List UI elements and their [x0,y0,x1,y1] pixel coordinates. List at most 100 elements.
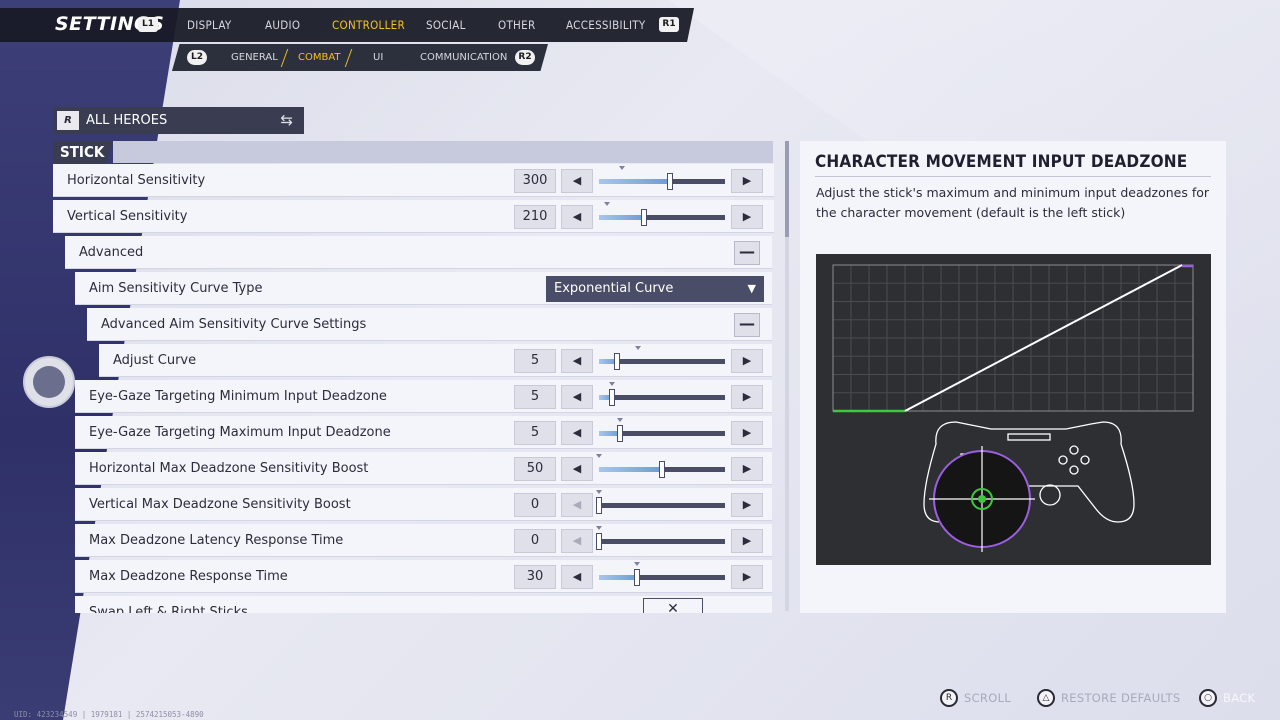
slider-thumb[interactable] [608,389,615,406]
increase-arrow-icon[interactable]: ▶ [731,565,763,589]
setting-label: Advanced [79,245,144,260]
setting-label: Adjust Curve [113,353,197,368]
r1-button-hint[interactable]: R1 [659,17,679,32]
tab-social[interactable]: SOCIAL [426,18,466,32]
setting-label: Vertical Sensitivity [67,209,188,224]
decrease-arrow-icon[interactable]: ◀ [561,457,593,481]
setting-label: Advanced Aim Sensitivity Curve Settings [101,317,367,332]
setting-row[interactable]: Eye-Gaze Targeting Maximum Input Deadzon… [75,416,772,449]
setting-value-box[interactable]: 30 [514,565,556,589]
collapse-icon[interactable]: — [734,313,760,337]
decrease-arrow-icon[interactable]: ◀ [561,493,593,517]
tab-controller[interactable]: CONTROLLER [332,18,405,32]
slider-thumb[interactable] [613,353,620,370]
setting-row[interactable]: Swap Left & Right Sticks ✕ [75,596,772,613]
slider-thumb[interactable] [641,209,648,226]
setting-row[interactable]: Eye-Gaze Targeting Minimum Input Deadzon… [75,380,772,413]
default-marker-icon [596,490,602,494]
settings-scrollbar[interactable] [785,141,789,611]
tab-display[interactable]: DISPLAY [187,18,231,32]
setting-row[interactable]: Vertical Sensitivity 210 ◀ ▶ [53,200,774,233]
hint-back-label: BACK [1223,691,1256,705]
decrease-arrow-icon[interactable]: ◀ [561,529,593,553]
increase-arrow-icon[interactable]: ▶ [731,349,763,373]
setting-row[interactable]: Max Deadzone Response Time 30 ◀ ▶ [75,560,772,593]
hint-restore-defaults[interactable]: △ RESTORE DEFAULTS [1037,689,1180,707]
setting-slider[interactable] [596,526,725,550]
setting-slider[interactable] [596,490,725,514]
setting-row[interactable]: Vertical Max Deadzone Sensitivity Boost 0… [75,488,772,521]
setting-row[interactable]: Horizontal Sensitivity 300 ◀ ▶ [53,164,774,197]
sub-nav: L2 GENERAL COMBAT UI COMMUNICATION R2 [172,44,548,71]
detail-title: CHARACTER MOVEMENT INPUT DEADZONE [815,152,1188,172]
setting-value-box[interactable]: 5 [514,349,556,373]
setting-value-box[interactable]: 0 [514,493,556,517]
setting-slider[interactable] [599,166,725,190]
setting-value-box[interactable]: 300 [514,169,556,193]
tab-accessibility[interactable]: ACCESSIBILITY [566,18,646,32]
hero-selector[interactable]: R ALL HEROES ⇆ [53,107,304,134]
decrease-arrow-icon[interactable]: ◀ [561,349,593,373]
increase-arrow-icon[interactable]: ▶ [731,385,763,409]
setting-value-box[interactable]: 5 [514,385,556,409]
setting-value-box[interactable]: 5 [514,421,556,445]
scrollbar-thumb[interactable] [785,141,789,237]
increase-arrow-icon[interactable]: ▶ [731,169,763,193]
decrease-arrow-icon[interactable]: ◀ [561,205,593,229]
slider-thumb[interactable] [633,569,640,586]
setting-slider[interactable] [599,418,725,442]
subtab-combat[interactable]: COMBAT [298,52,341,63]
setting-slider[interactable] [599,346,725,370]
decrease-arrow-icon[interactable]: ◀ [561,421,593,445]
setting-slider[interactable] [596,454,725,478]
subtab-separator [344,49,353,67]
decrease-arrow-icon[interactable]: ◀ [561,385,593,409]
swap-arrows-icon[interactable]: ⇆ [280,111,293,129]
user-id-readout: UID: 423234549 | 1979181 | 2574215053-48… [14,710,204,719]
subtab-ui[interactable]: UI [373,52,383,63]
increase-arrow-icon[interactable]: ▶ [731,457,763,481]
increase-arrow-icon[interactable]: ▶ [731,205,763,229]
r-stick-icon: R [940,689,958,707]
slider-thumb[interactable] [659,461,665,478]
setting-row[interactable]: Adjust Curve 5 ◀ ▶ [99,344,772,377]
setting-row[interactable]: Advanced Aim Sensitivity Curve Settings — [87,308,772,341]
subtab-communication[interactable]: COMMUNICATION [420,52,507,63]
setting-value-box[interactable]: 0 [514,529,556,553]
decrease-arrow-icon[interactable]: ◀ [561,169,593,193]
setting-value-box[interactable]: 210 [514,205,556,229]
default-marker-icon [635,346,642,350]
setting-slider[interactable] [599,382,725,406]
slider-thumb[interactable] [596,497,602,514]
curve-type-dropdown[interactable]: Exponential Curve ▼ [546,276,764,302]
setting-slider[interactable] [599,202,725,226]
setting-row[interactable]: Horizontal Max Deadzone Sensitivity Boos… [75,452,772,485]
setting-label: Max Deadzone Latency Response Time [89,533,344,548]
setting-row[interactable]: Advanced — [65,236,772,269]
l1-button-hint[interactable]: L1 [138,17,158,32]
slider-thumb[interactable] [596,533,602,550]
increase-arrow-icon[interactable]: ▶ [731,421,763,445]
collapse-icon[interactable]: — [734,241,760,265]
subtab-general[interactable]: GENERAL [231,52,278,63]
setting-slider[interactable] [599,562,725,586]
setting-row[interactable]: Aim Sensitivity Curve Type Exponential Cu… [75,272,772,305]
slider-fill [599,467,662,472]
swap-sticks-toggle[interactable]: ✕ [643,598,703,613]
l2-button-hint[interactable]: L2 [187,50,207,65]
decrease-arrow-icon[interactable]: ◀ [561,565,593,589]
setting-value-box[interactable]: 50 [514,457,556,481]
gamepad-cursor [23,356,75,408]
dropdown-value: Exponential Curve [554,281,674,296]
tab-audio[interactable]: AUDIO [265,18,300,32]
settings-list: Horizontal Sensitivity 300 ◀ ▶ Vertical Sens… [53,164,774,613]
increase-arrow-icon[interactable]: ▶ [731,493,763,517]
hint-scroll[interactable]: R SCROLL [940,689,1011,707]
tab-other[interactable]: OTHER [498,18,535,32]
r2-button-hint[interactable]: R2 [515,50,535,65]
increase-arrow-icon[interactable]: ▶ [731,529,763,553]
slider-thumb[interactable] [666,173,673,190]
setting-row[interactable]: Max Deadzone Latency Response Time 0 ◀ ▶ [75,524,772,557]
slider-thumb[interactable] [617,425,624,442]
hint-back[interactable]: ○ BACK [1199,689,1255,707]
